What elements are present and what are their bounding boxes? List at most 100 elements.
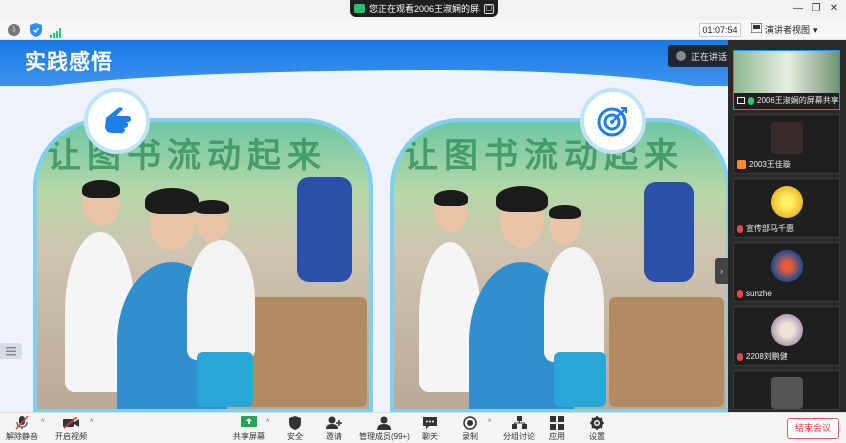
start-video-button[interactable]: 开启视频: [55, 415, 87, 443]
shared-screen[interactable]: 实践感悟 让图书流动起来 让图书流动起来 ›: [0, 40, 728, 412]
screen-share-notice[interactable]: 您正在观看2006王淑娴的屏幕 ▢: [350, 0, 498, 17]
invite-button[interactable]: 邀请: [326, 415, 342, 443]
participant-tile[interactable]: 2006王淑娴的屏幕共享: [733, 50, 840, 110]
shield-icon: [289, 415, 301, 430]
chevron-up-icon[interactable]: ^: [90, 419, 93, 426]
record-label: 录制: [462, 432, 478, 441]
share-screen-button[interactable]: 共享屏幕: [233, 415, 265, 443]
microphone-muted-icon: [737, 352, 743, 361]
slide-handle[interactable]: [0, 343, 22, 359]
unmute-button[interactable]: 解除静音: [6, 415, 38, 443]
sofa: [609, 297, 724, 407]
participant-panel: 2006王淑娴的屏幕共享 2003王佳璇 宣传部马千惠 sunzhe 2208刘…: [728, 40, 846, 412]
shorts: [197, 352, 253, 407]
participant-label: sunzhe: [737, 289, 772, 298]
record-icon: [463, 415, 477, 430]
shorts: [554, 352, 606, 407]
chat-button[interactable]: 聊天: [422, 415, 438, 443]
participant-tile[interactable]: [733, 370, 840, 410]
microphone-muted-icon: [737, 289, 743, 298]
info-icon[interactable]: i: [8, 24, 20, 36]
security-label: 安全: [287, 432, 303, 441]
meeting-timer: 01:07:54: [699, 23, 741, 37]
person-boy-right: [187, 240, 255, 360]
apps-button[interactable]: 应用: [549, 415, 565, 443]
speaker-avatar-icon: [676, 51, 686, 61]
gear-icon: [590, 415, 604, 430]
breakout-rooms-label: 分组讨论: [503, 432, 535, 441]
share-screen-icon: [241, 415, 257, 430]
chevron-down-icon: ▾: [813, 25, 818, 35]
manage-participants-button[interactable]: 管理成员(99+): [359, 415, 410, 443]
security-button[interactable]: 安全: [287, 415, 303, 443]
apps-label: 应用: [549, 432, 565, 441]
backpack: [297, 177, 352, 282]
person-hair: [145, 188, 199, 214]
grid-view-icon: [750, 22, 763, 37]
target-icon: [580, 88, 646, 154]
video-off-icon: [63, 415, 79, 430]
breakout-rooms-button[interactable]: 分组讨论: [503, 415, 535, 443]
minimize-button[interactable]: —: [791, 3, 805, 14]
microphone-muted-icon: [737, 224, 743, 233]
participant-photo: [771, 186, 803, 218]
chat-icon: [423, 415, 437, 430]
participant-tile[interactable]: 2003王佳璇: [733, 114, 840, 174]
settings-label: 设置: [589, 432, 605, 441]
speaker-view-toggle[interactable]: 演讲者视图 ▾: [750, 22, 818, 37]
manage-participants-label: 管理成员(99+): [359, 432, 410, 441]
avatar-icon: [737, 160, 746, 169]
participant-name: 宣传部马千惠: [746, 224, 794, 233]
breakout-rooms-icon: [511, 415, 527, 430]
participant-tile[interactable]: 2208刘鹏健: [733, 306, 840, 366]
participant-label: 2006王淑娴的屏幕共享: [737, 95, 839, 106]
person-hair: [82, 180, 120, 198]
participant-photo: [771, 122, 803, 154]
participant-label: 2003王佳璇: [737, 159, 791, 170]
meeting-info-bar: i 01:07:54 演讲者视图 ▾: [0, 20, 846, 40]
chevron-up-icon[interactable]: ^: [266, 419, 269, 426]
participant-name: 2003王佳璇: [749, 160, 791, 169]
collapse-panel-button[interactable]: ›: [715, 258, 728, 284]
person-boy-right: [544, 247, 604, 362]
participants-icon: [377, 415, 392, 430]
settings-button[interactable]: 设置: [589, 415, 605, 443]
title-bar: 您正在观看2006王淑娴的屏幕 ▢ — ❐ ✕: [0, 0, 846, 20]
share-options-icon[interactable]: ▢: [484, 3, 494, 14]
screen-share-icon: [354, 4, 365, 13]
apps-icon: [550, 415, 564, 430]
participant-tile[interactable]: 宣传部马千惠: [733, 178, 840, 238]
unmute-label: 解除静音: [6, 432, 38, 441]
photo-left: 让图书流动起来: [33, 118, 373, 412]
person-hair: [195, 200, 229, 214]
photo-right: 让图书流动起来: [390, 118, 728, 412]
person-hair: [549, 205, 581, 219]
screen-share-icon: [737, 97, 745, 104]
speaker-view-label: 演讲者视图: [765, 25, 811, 35]
start-video-label: 开启视频: [55, 432, 87, 441]
participant-label: 宣传部马千惠: [737, 223, 794, 234]
participant-name: 2006王淑娴的屏幕共享: [757, 96, 839, 105]
participant-name: sunzhe: [746, 289, 772, 298]
share-screen-label: 共享屏幕: [233, 432, 265, 441]
participant-label: 2208刘鹏健: [737, 351, 788, 362]
participant-photo: [771, 377, 803, 409]
microphone-icon: [748, 96, 754, 105]
meeting-toolbar: 解除静音 ^ 开启视频 ^ 共享屏幕 ^ 安全 邀请 管理成员(99+) 聊天 …: [0, 412, 846, 443]
record-button[interactable]: 录制: [462, 415, 478, 443]
restore-button[interactable]: ❐: [809, 3, 823, 14]
participant-photo: [771, 250, 803, 282]
end-meeting-button[interactable]: 结束会议: [787, 418, 839, 439]
share-notice-text: 您正在观看2006王淑娴的屏幕: [369, 4, 480, 14]
person-hair: [434, 190, 468, 206]
chat-label: 聊天: [422, 432, 438, 441]
participant-photo: [771, 314, 803, 346]
close-button[interactable]: ✕: [827, 3, 841, 14]
hand-pointer-icon: [84, 88, 150, 154]
participant-video: [734, 51, 839, 93]
chevron-up-icon[interactable]: ^: [488, 419, 491, 426]
participant-tile[interactable]: sunzhe: [733, 242, 840, 302]
chevron-up-icon[interactable]: ^: [41, 419, 44, 426]
add-user-icon: [326, 415, 342, 430]
microphone-muted-icon: [15, 415, 29, 430]
